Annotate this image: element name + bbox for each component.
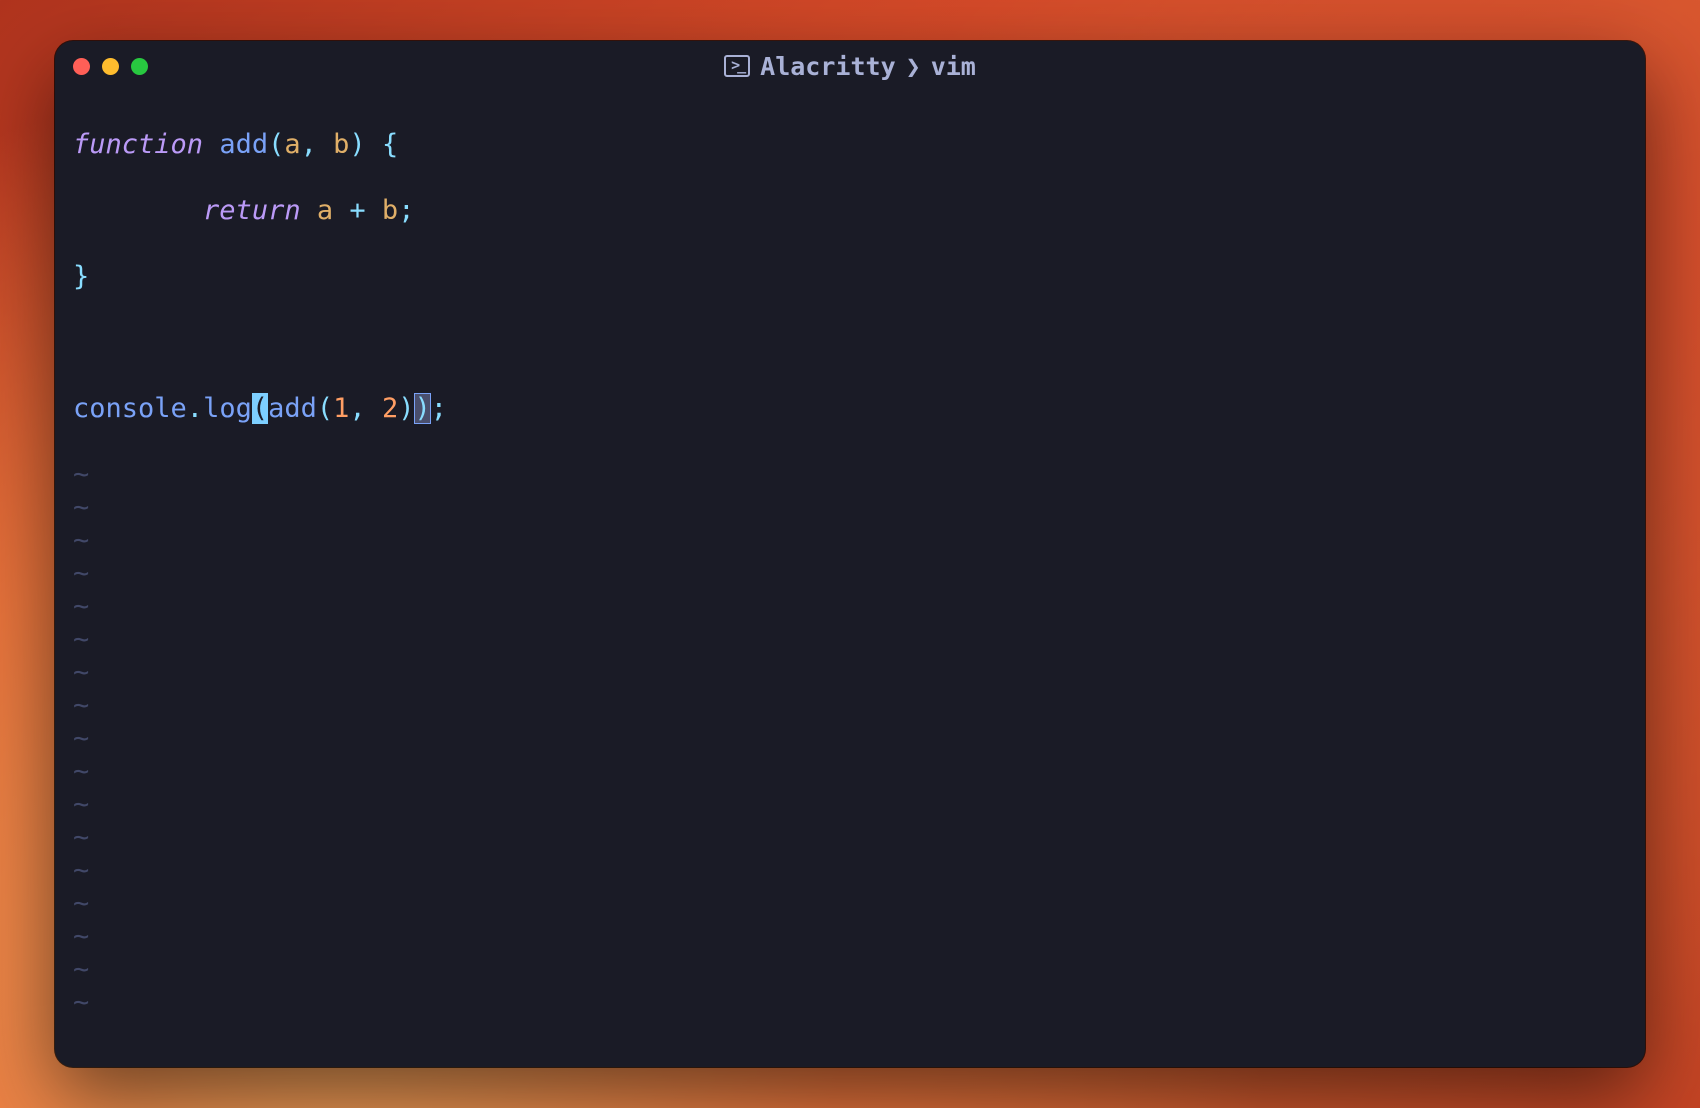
param: a (284, 129, 300, 160)
semicolon: ; (431, 393, 447, 424)
identifier: a (317, 195, 333, 226)
empty-line-tilde: ~ (73, 623, 1627, 656)
terminal-window[interactable]: Alacritty ❯ vim function add(a, b) { ret… (55, 41, 1645, 1067)
empty-line-tilde: ~ (73, 854, 1627, 887)
empty-line-tilde: ~ (73, 557, 1627, 590)
number: 2 (382, 393, 398, 424)
paren: ( (268, 129, 284, 160)
window-titlebar[interactable]: Alacritty ❯ vim (55, 41, 1645, 91)
empty-line-tilde: ~ (73, 920, 1627, 953)
close-window-button[interactable] (73, 58, 90, 75)
empty-line-tilde: ~ (73, 722, 1627, 755)
app-name: Alacritty (760, 52, 895, 81)
empty-line-tilde: ~ (73, 458, 1627, 491)
terminal-viewport[interactable]: function add(a, b) { return a + b; } con… (55, 91, 1645, 1067)
indent (73, 195, 203, 226)
code-line: } (73, 260, 1627, 293)
window-title: Alacritty ❯ vim (55, 52, 1645, 81)
empty-line-tilde: ~ (73, 953, 1627, 986)
empty-line-tilde: ~ (73, 590, 1627, 623)
semicolon: ; (398, 195, 414, 226)
code-line-empty (73, 326, 1627, 359)
code-line: console.log(add(1, 2)); (73, 392, 1627, 425)
editor-buffer[interactable]: function add(a, b) { return a + b; } con… (73, 95, 1627, 1067)
matched-open-paren: ( (252, 393, 268, 424)
paren: ( (317, 393, 333, 424)
empty-line-tilde: ~ (73, 491, 1627, 524)
terminal-icon (724, 55, 750, 77)
comma: , (301, 129, 317, 160)
identifier: b (382, 195, 398, 226)
code-line: function add(a, b) { (73, 128, 1627, 161)
cursor: ) (414, 393, 430, 424)
object: console (73, 393, 187, 424)
comma: , (349, 393, 365, 424)
traffic-lights (73, 58, 148, 75)
brace: } (73, 261, 89, 292)
empty-line-tilde: ~ (73, 755, 1627, 788)
dot: . (187, 393, 203, 424)
empty-line-tilde: ~ (73, 986, 1627, 1019)
empty-lines: ~~~~~~~~~~~~~~~~~ (73, 458, 1627, 1019)
paren: ) (349, 129, 365, 160)
empty-line-tilde: ~ (73, 788, 1627, 821)
zoom-window-button[interactable] (131, 58, 148, 75)
empty-line-tilde: ~ (73, 689, 1627, 722)
keyword: function (73, 129, 203, 160)
paren: ) (398, 393, 414, 424)
empty-line-tilde: ~ (73, 524, 1627, 557)
minimize-window-button[interactable] (102, 58, 119, 75)
code-line: return a + b; (73, 194, 1627, 227)
empty-line-tilde: ~ (73, 821, 1627, 854)
process-name: vim (931, 52, 976, 81)
brace: { (382, 129, 398, 160)
method: log (203, 393, 252, 424)
title-separator: ❯ (906, 52, 921, 81)
param: b (333, 129, 349, 160)
number: 1 (333, 393, 349, 424)
keyword: return (203, 195, 301, 226)
function-name: add (219, 129, 268, 160)
empty-line-tilde: ~ (73, 887, 1627, 920)
operator: + (349, 195, 365, 226)
desktop-wallpaper: Alacritty ❯ vim function add(a, b) { ret… (0, 0, 1700, 1108)
function-call: add (268, 393, 317, 424)
empty-line-tilde: ~ (73, 656, 1627, 689)
